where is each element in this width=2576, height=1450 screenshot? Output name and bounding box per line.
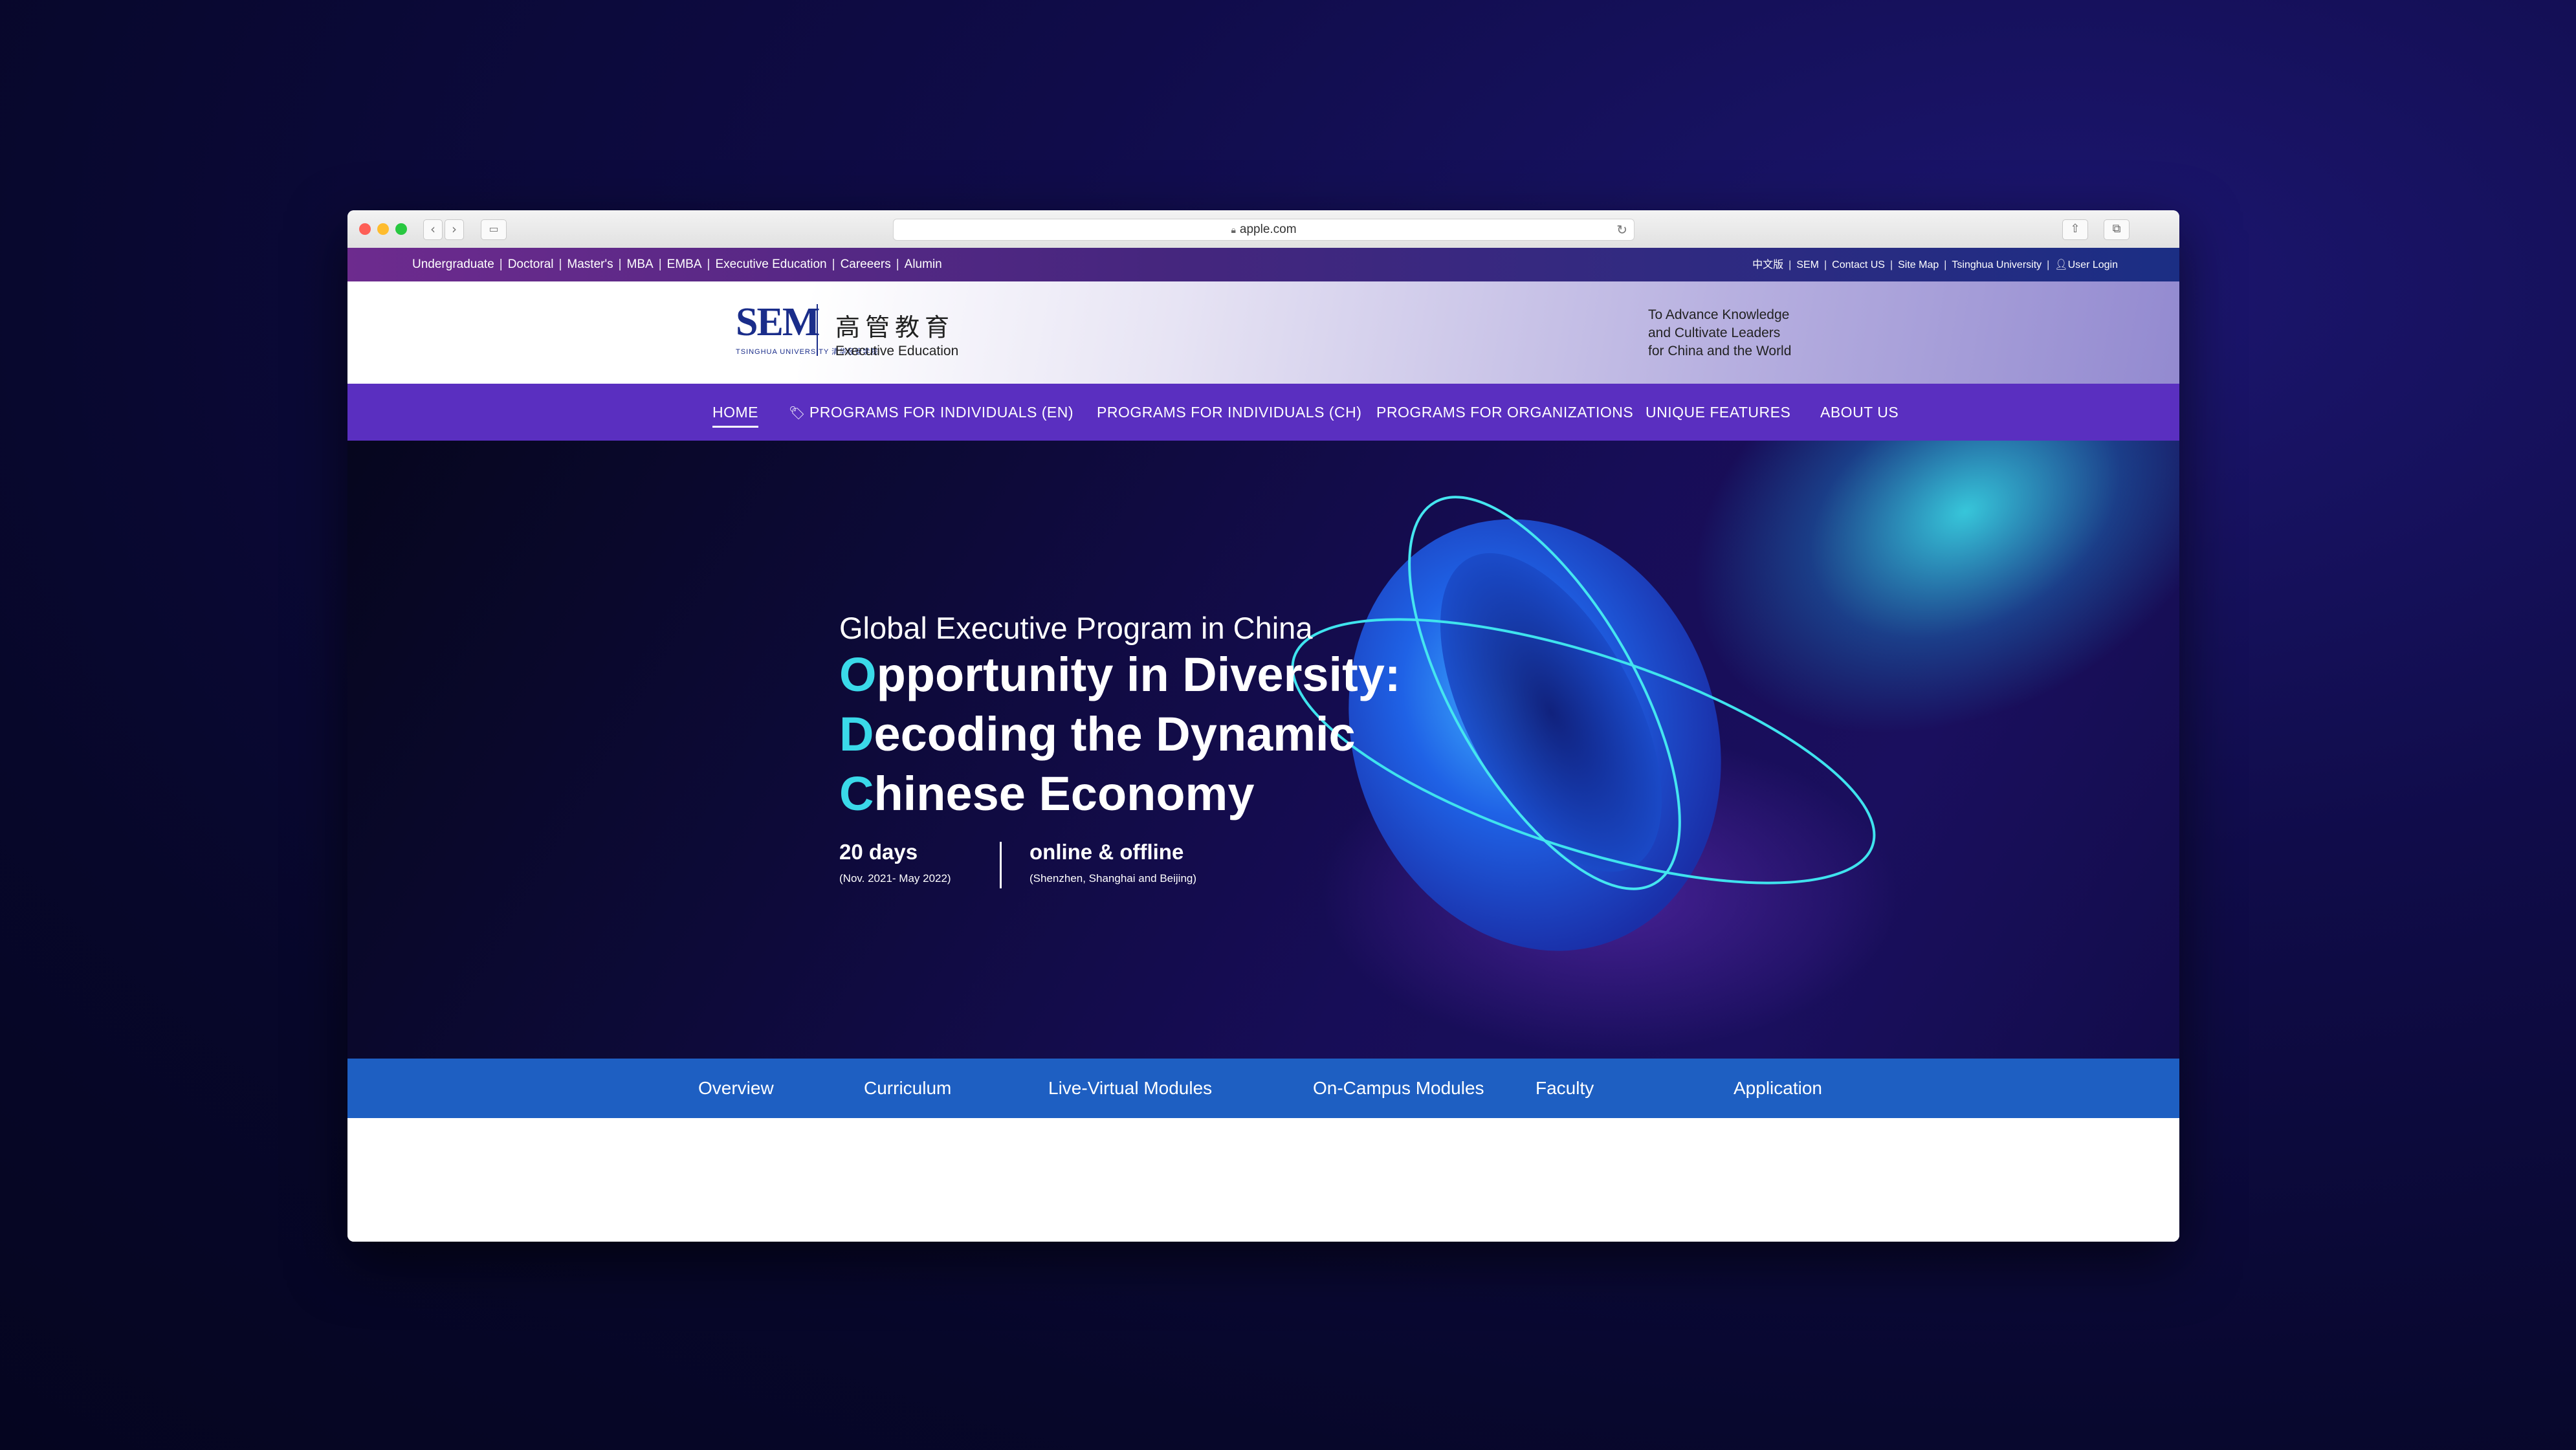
nav-unique-features[interactable]: UNIQUE FEATURES [1646,384,1790,441]
hero-title-initial-1: O [839,648,877,701]
link-doctoral[interactable]: Doctoral [508,258,554,271]
subnav-live-virtual-modules[interactable]: Live-Virtual Modules [1048,1059,1212,1118]
nav-programs-individuals-ch-label: PROGRAMS FOR INDIVIDUALS (CH) [1097,404,1362,421]
nav-programs-individuals-en[interactable]: 🏷︎ PROGRAMS FOR INDIVIDUALS (EN) [789,384,1073,441]
reload-icon[interactable]: ↻ [1616,219,1627,240]
utility-links-right: 中文版 | SEM | Contact US | Site Map | Tsinghua Uni… [1752,258,2118,270]
tabs-icon[interactable]: ⧉ [2104,219,2130,240]
link-mba[interactable]: MBA [627,258,654,271]
subnav-overview[interactable]: Overview [698,1059,774,1118]
tagline-line-1: To Advance Knowledge [1648,307,1790,322]
hero-title-initial-2: D [839,707,874,761]
hero-title-line-1: Opportunity in Diversity: [839,645,1401,705]
link-contact-us[interactable]: Contact US [1832,259,1885,270]
subnav-application[interactable]: Application [1734,1059,1822,1118]
forward-icon[interactable]: › [445,219,464,240]
subnav-curriculum[interactable]: Curriculum [864,1059,951,1118]
hero-title-rest-2: ecoding the Dynamic [874,707,1356,761]
user-icon: 👤︎ [2054,258,2068,270]
link-sem[interactable]: SEM [1796,259,1819,270]
link-executive-education[interactable]: Executive Education [715,258,826,271]
zoom-window-button[interactable] [395,223,407,235]
hero-banner: Global Executive Program in China Opport… [347,441,2179,1059]
link-careers[interactable]: Careeers [841,258,891,271]
sem-logo[interactable]: SEM [736,300,820,346]
tagline-line-3: for China and the World [1648,344,1792,358]
link-chinese[interactable]: 中文版 [1752,259,1783,270]
address-bar[interactable]: 🔒︎ apple.com ↻ [893,219,1635,241]
logo-divider [817,304,818,356]
nav-home-label: HOME [712,404,758,421]
link-site-map[interactable]: Site Map [1898,259,1939,270]
nav-programs-individuals-ch[interactable]: PROGRAMS FOR INDIVIDUALS (CH) [1097,384,1361,441]
hero-subtitle: Global Executive Program in China [839,611,1313,645]
stat-format-detail: (Shenzhen, Shanghai and Beijing) [1029,872,1197,884]
tagline-line-2: and Cultivate Leaders [1648,325,1781,340]
hero-title-initial-3: C [839,767,874,820]
nav-about-us-label: ABOUT US [1820,404,1899,421]
hero-title-rest-1: pportunity in Diversity: [876,648,1401,701]
stat-format: online & offline (Shenzhen, Shanghai and… [1029,840,1196,885]
browser-toolbar: ‹ › ▭ 🔒︎ apple.com ↻ ⇧ ⧉ [347,210,2179,248]
hero-title-line-3: Chinese Economy [839,764,1401,824]
utility-bar: Undergraduate | Doctoral | Master's | MBA | EMBA… [347,248,2179,281]
link-alumni[interactable]: Alumin [905,258,942,271]
logo-chinese-title: 高管教育 [835,313,955,342]
tagline: To Advance Knowledge and Cultivate Leade… [1648,306,1816,360]
site-header: SEM TSINGHUA UNIVERSITY 清华经管学院 高管教育 Exec… [347,281,2179,384]
nav-unique-features-label: UNIQUE FEATURES [1646,404,1791,421]
stat-format-value: online & offline [1029,840,1184,864]
minimize-window-button[interactable] [377,223,389,235]
hero-title-rest-3: hinese Economy [874,767,1255,820]
link-emba[interactable]: EMBA [667,258,702,271]
logo-english-title: Executive Education [835,344,959,358]
subnav-faculty[interactable]: Faculty [1536,1059,1594,1118]
close-window-button[interactable] [359,223,371,235]
nav-programs-organizations-label: PROGRAMS FOR ORGANIZATIONS [1376,404,1634,421]
utility-links-left: Undergraduate | Doctoral | Master's | MBA | EMBA… [412,258,942,271]
nav-programs-organizations[interactable]: PROGRAMS FOR ORGANIZATIONS [1376,384,1633,441]
nav-home[interactable]: HOME [701,384,770,441]
link-tsinghua-university[interactable]: Tsinghua University [1952,259,2042,270]
nav-programs-individuals-en-label: PROGRAMS FOR INDIVIDUALS (EN) [809,404,1073,421]
share-icon[interactable]: ⇧ [2062,219,2088,240]
browser-window: ‹ › ▭ 🔒︎ apple.com ↻ ⇧ ⧉ Undergraduate | Do… [347,210,2179,1242]
page-content [347,1118,2179,1242]
url-text: apple.com [1239,223,1297,236]
link-user-login[interactable]: User Login [2068,259,2118,270]
nav-about-us[interactable]: ABOUT US [1820,384,1899,441]
link-masters[interactable]: Master's [567,258,613,271]
link-undergraduate[interactable]: Undergraduate [412,258,494,271]
hero-title-line-2: Decoding the Dynamic [839,705,1401,764]
stat-duration-value: 20 days [839,840,918,864]
tag-icon: 🏷︎ [789,405,806,421]
subnav-on-campus-modules[interactable]: On-Campus Modules [1313,1059,1484,1118]
lock-icon: 🔒︎ [1231,225,1236,235]
stat-divider [1000,842,1002,888]
main-navigation: HOME 🏷︎ PROGRAMS FOR INDIVIDUALS (EN) PRO… [347,384,2179,441]
hero-title: Opportunity in Diversity: Decoding the D… [839,645,1401,824]
back-icon[interactable]: ‹ [423,219,443,240]
program-subnav: Overview Curriculum Live-Virtual Modules… [347,1059,2179,1118]
stat-duration: 20 days (Nov. 2021- May 2022) [839,840,951,885]
stat-duration-detail: (Nov. 2021- May 2022) [839,872,951,884]
sidebar-icon[interactable]: ▭ [481,219,507,240]
